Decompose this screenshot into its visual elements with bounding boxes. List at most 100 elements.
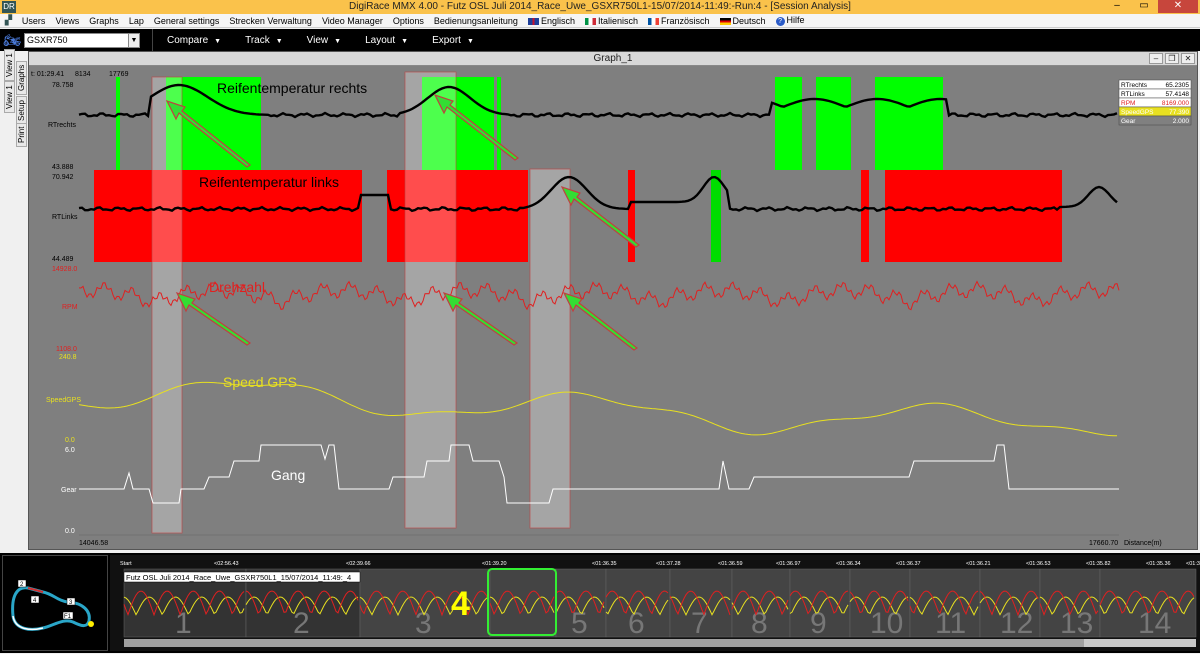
toolbar: 🏍 GSXR750 ▼ Compare ▼ Track ▼ View ▼ Layout… — [0, 29, 1200, 51]
gear-min: 0.0 — [65, 528, 75, 535]
legend-value: 8169.000 — [1162, 100, 1189, 107]
legend-value: 57.4148 — [1166, 91, 1190, 98]
lap-number: 14 — [1138, 607, 1171, 640]
close-button[interactable]: ✕ — [1158, 0, 1198, 13]
selection-band[interactable] — [529, 168, 571, 529]
graph-title-bar: Graph_1 – ❐ ✕ — [29, 52, 1197, 66]
gear-max: 6.0 — [65, 447, 75, 454]
legend-row: RTrechts 65.2305 — [1118, 79, 1192, 90]
speed-max: 240.8 — [59, 354, 77, 361]
highlight-green — [775, 77, 802, 170]
menu-lang-italienisch[interactable]: Italienisch — [580, 16, 643, 26]
track-outline — [11, 586, 91, 631]
toolbar-layout[interactable]: Layout ▼ — [351, 35, 418, 46]
lap-time: Start — [120, 561, 132, 567]
rpm-min: 1108.0 — [56, 346, 77, 353]
vehicle-select[interactable]: GSXR750 ▼ — [24, 32, 140, 48]
menu-bar: ▞ Users Views Graphs Lap General setting… — [0, 14, 1200, 28]
lap-time: <01:36.59 — [718, 561, 743, 567]
lap-number: 11 — [935, 607, 966, 640]
lap-time: <01:36.34 — [836, 561, 861, 567]
legend-row: SpeedGPS 77.390 — [1118, 106, 1192, 117]
speed-trace — [78, 381, 1117, 437]
selection-band[interactable] — [151, 76, 183, 534]
graph-minimize-button[interactable]: – — [1149, 53, 1163, 64]
lap-scrollbar-thumb[interactable] — [124, 639, 1084, 647]
legend-name: RPM — [1121, 100, 1135, 107]
menu-lang-englisch[interactable]: Englisch — [523, 16, 580, 26]
arrow — [562, 291, 639, 351]
minimize-button[interactable]: – — [1104, 0, 1130, 13]
track-map[interactable]: 2 4 3 F1 — [2, 555, 108, 651]
lap-time: <01:35.36 — [1146, 561, 1171, 567]
motorbike-icon[interactable]: 🏍 — [2, 31, 22, 49]
lap-time: <02:39.66 — [346, 561, 371, 567]
legend-name: Gear — [1121, 118, 1136, 125]
help-icon: ? — [775, 17, 785, 26]
menu-lang-franzoesisch[interactable]: Französisch — [643, 16, 715, 26]
annotation-reifentemperatur-rechts: Reifentemperatur rechts — [217, 80, 367, 96]
menu-bedienungsanleitung[interactable]: Bedienungsanleitung — [429, 16, 523, 26]
menu-lap[interactable]: Lap — [124, 16, 149, 26]
rtlinks-label: RTLinks — [52, 214, 78, 221]
toolbar-view[interactable]: View ▼ — [293, 35, 351, 46]
track-markers: 2 4 3 F1 — [17, 579, 76, 620]
rpm-label: RPM — [62, 304, 78, 311]
rtlinks-max: 70.942 — [52, 174, 74, 181]
maximize-button[interactable]: ▭ — [1131, 0, 1157, 13]
telemetry-plot[interactable]: t: 01:29.41 8134 17769 78.758 RTrechts 4… — [29, 67, 1197, 550]
header-value-a: 8134 — [75, 71, 91, 78]
legend-value: 2.000 — [1173, 118, 1190, 125]
tab-view-1-outer[interactable]: View 1 — [4, 49, 15, 81]
x-axis-unit: Distance(m) — [1124, 540, 1162, 547]
lap-strip[interactable]: 1 2 3 5 6 7 8 9 10 11 12 13 14Start <02:56.43 <02:39.6… — [110, 555, 1200, 651]
menu-general-settings[interactable]: General settings — [149, 16, 225, 26]
toolbar-compare[interactable]: Compare ▼ — [153, 35, 231, 46]
header-value-b: 17769 — [109, 71, 129, 78]
lap-time: <01:35.82 — [1086, 561, 1111, 567]
rtrechts-label: RTrechts — [48, 122, 77, 129]
graph-close-button[interactable]: ✕ — [1181, 53, 1195, 64]
gear-label: Gear — [61, 487, 77, 494]
menu-strecken-verwaltung[interactable]: Strecken Verwaltung — [224, 16, 317, 26]
highlight-red — [885, 170, 1062, 262]
menu-lang-deutsch[interactable]: Deutsch — [715, 16, 771, 26]
tab-graphs[interactable]: Graphs — [16, 60, 27, 95]
window-title: DigiRace MMX 4.00 - Futz OSL Juli 2014_R… — [349, 1, 851, 12]
annotation-reifentemperatur-links: Reifentemperatur links — [199, 174, 339, 190]
tab-view-1[interactable]: View 1 — [4, 81, 15, 113]
highlight-green — [875, 77, 943, 170]
lap-time: <01:36.12 — [1186, 561, 1200, 567]
menu-video-manager[interactable]: Video Manager — [317, 16, 388, 26]
x-axis-end: 17660.70 — [1089, 540, 1118, 547]
track-segment-white — [12, 615, 44, 631]
graph-restore-button[interactable]: ❐ — [1165, 53, 1179, 64]
france-flag-icon — [648, 17, 659, 25]
lap-time: <01:36.35 — [592, 561, 617, 567]
lap-number: 3 — [415, 607, 432, 640]
lap-time: <01:37.28 — [656, 561, 681, 567]
toolbar-track[interactable]: Track ▼ — [231, 35, 293, 46]
menu-views[interactable]: Views — [50, 16, 84, 26]
lap-time: <01:36.37 — [896, 561, 921, 567]
tab-print[interactable]: Print — [16, 122, 27, 147]
gear-trace — [79, 444, 1119, 504]
graph-window-controls: – ❐ ✕ — [1149, 53, 1195, 64]
annotation-gang: Gang — [271, 467, 305, 483]
menu-app-icon[interactable]: ▞ — [0, 15, 17, 26]
chevron-down-icon[interactable]: ▼ — [128, 33, 139, 47]
menu-users[interactable]: Users — [17, 16, 51, 26]
lap-number: 2 — [293, 607, 310, 640]
menu-graphs[interactable]: Graphs — [84, 16, 124, 26]
tab-setup[interactable]: Setup — [16, 96, 27, 125]
lap-time: <02:56.43 — [214, 561, 239, 567]
menu-options[interactable]: Options — [388, 16, 429, 26]
speed-label: SpeedGPS — [46, 397, 81, 404]
legend-value: 65.2305 — [1166, 82, 1190, 89]
position-marker — [88, 621, 94, 627]
toolbar-export[interactable]: Export ▼ — [418, 35, 484, 46]
menu-help[interactable]: ? Hilfe — [771, 15, 810, 26]
lap-number: 6 — [628, 607, 645, 640]
channel-legend: RTrechts 65.2305 RTLinks 57.4148 RPM 816… — [1118, 79, 1192, 126]
lap-overview[interactable]: 1 2 3 5 6 7 8 9 10 11 12 13 14 Start <02:56.43 <02:39.6… — [110, 555, 1200, 651]
